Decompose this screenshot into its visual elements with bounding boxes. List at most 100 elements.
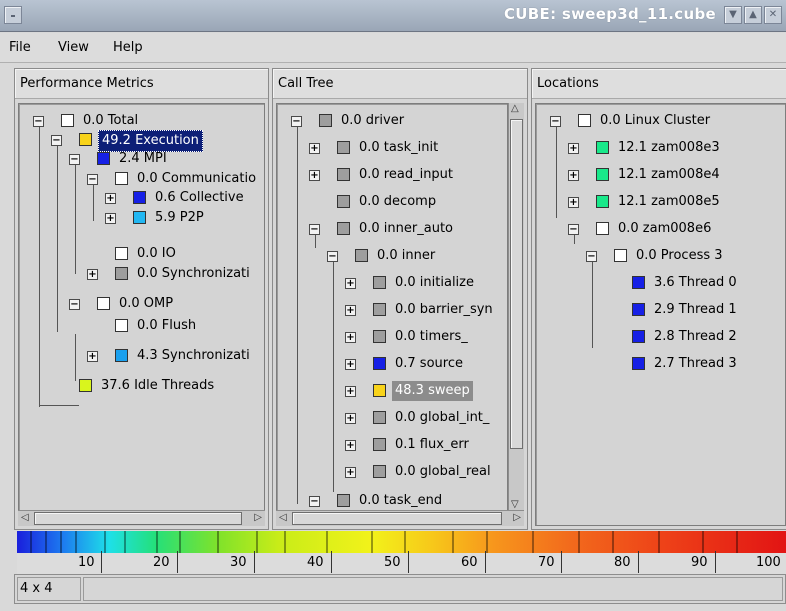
tree-node[interactable]: − 0.0 Linux Cluster [550,111,770,131]
tree-node[interactable]: + 12.1 zam008e5 [568,192,768,212]
tree-node[interactable]: + 48.3 sweep [345,381,507,401]
tree-node[interactable]: − 0.0 OMP [69,294,249,314]
expand-icon[interactable]: + [345,332,356,343]
collapse-icon[interactable]: − [550,116,561,127]
tree-node[interactable]: − 0.0 inner_auto [309,219,507,239]
collapse-icon[interactable]: − [327,251,338,262]
scroll-left-icon[interactable]: ◁ [279,512,287,523]
tree-node[interactable]: + 0.1 flux_err [345,435,507,455]
color-square [355,249,368,262]
window-title: CUBE: sweep3d_11.cube [504,5,716,23]
tree-node[interactable]: − 0.0 Communicatio [87,169,264,189]
color-square [373,357,386,370]
expand-icon[interactable]: + [105,193,116,204]
expand-icon[interactable]: + [309,143,320,154]
tree-node[interactable]: + 0.0 global_int_ [345,408,507,428]
tree-node[interactable]: − 0.0 Process 3 [586,246,766,266]
collapse-icon[interactable]: − [69,299,80,310]
scroll-left-icon[interactable]: ◁ [21,512,29,523]
expand-icon[interactable]: + [87,351,98,362]
collapse-icon[interactable]: − [309,496,320,507]
menu-file[interactable]: File [9,40,31,55]
tree-node[interactable]: 2.9 Thread 1 [604,300,774,320]
menu-view[interactable]: View [58,40,89,55]
tree-node[interactable]: 0.0 decomp [309,192,507,212]
color-square [337,494,350,507]
tree-node[interactable]: 0.0 IO [87,244,264,264]
collapse-icon[interactable]: − [33,116,44,127]
horizontal-scrollbar[interactable]: ◁ ▷ [276,510,524,526]
tree-node[interactable]: 2.8 Thread 2 [604,327,774,347]
tree-node[interactable]: + 0.7 source [345,354,507,374]
scroll-down-icon[interactable]: ▽ [511,499,519,510]
tree-node[interactable]: + 0.0 read_input [309,165,507,185]
tree-node[interactable]: − 0.0 task_end [309,491,507,511]
expand-icon[interactable]: + [568,197,579,208]
color-square [373,411,386,424]
color-square [632,276,645,289]
tree-node[interactable]: 2.7 Thread 3 [604,354,774,374]
tree-node[interactable]: + 0.0 barrier_syn [345,300,507,320]
close-button[interactable]: ✕ [764,6,782,24]
collapse-icon[interactable]: − [87,174,98,185]
scroll-thumb[interactable] [292,512,502,525]
expand-icon[interactable]: + [105,213,116,224]
color-square [97,152,110,165]
scroll-thumb[interactable] [34,512,242,525]
color-square [373,276,386,289]
vertical-scrollbar[interactable]: △ ▽ [508,103,524,510]
tree-node[interactable]: 3.6 Thread 0 [604,273,774,293]
expand-icon[interactable]: + [345,440,356,451]
expand-icon[interactable]: + [345,413,356,424]
tree-node[interactable]: − 49.2 Execution [51,130,251,152]
expand-icon[interactable]: + [345,359,356,370]
collapse-icon[interactable]: − [586,251,597,262]
expand-icon[interactable]: + [345,467,356,478]
tree-node[interactable]: − 2.4 MPI [69,149,249,169]
tree-node[interactable]: + 0.0 timers_ [345,327,507,347]
tree-node[interactable]: 0.0 Flush [87,316,264,336]
expand-icon[interactable]: + [568,143,579,154]
collapse-icon[interactable]: − [291,116,302,127]
tree-node[interactable]: + 0.0 task_init [309,138,507,158]
tree-node[interactable]: + 0.0 Synchronizati [87,264,264,284]
color-square [97,297,110,310]
scroll-up-icon[interactable]: △ [511,103,519,114]
tree-node[interactable]: 37.6 Idle Threads [51,376,251,396]
collapse-icon[interactable]: − [309,224,320,235]
color-square [632,357,645,370]
expand-icon[interactable]: + [345,305,356,316]
expand-icon[interactable]: + [568,170,579,181]
calltree-header: Call Tree [273,69,527,99]
tree-node[interactable]: + 12.1 zam008e4 [568,165,768,185]
minus-icon [11,15,15,17]
tree-node[interactable]: + 0.0 initialize [345,273,507,293]
scroll-thumb[interactable] [510,119,523,449]
scroll-right-icon[interactable]: ▷ [513,512,521,523]
tree-node[interactable]: − 0.0 Total [33,111,233,131]
color-scale: 10 20 30 40 50 60 70 80 90 100 [17,531,786,574]
tree-node[interactable]: − 0.0 inner [327,246,507,266]
expand-icon[interactable]: + [87,269,98,280]
tree-node[interactable]: + 5.9 P2P [105,208,264,228]
window-menu-button[interactable] [4,6,22,24]
maximize-button[interactable]: ▲ [744,6,762,24]
menu-help[interactable]: Help [113,40,143,55]
tree-node[interactable]: + 4.3 Synchronizati [87,346,264,366]
collapse-icon[interactable]: − [69,154,80,165]
tree-node[interactable]: + 0.0 global_real [345,462,507,482]
expand-icon[interactable]: + [309,170,320,181]
expand-icon[interactable]: + [345,278,356,289]
selected-call: 48.3 sweep [392,381,473,401]
color-square [61,114,74,127]
tree-node[interactable]: + 0.6 Collective [105,188,264,208]
collapse-icon[interactable]: − [568,224,579,235]
minimize-button[interactable]: ▼ [724,6,742,24]
tree-node[interactable]: − 0.0 driver [291,111,507,131]
collapse-icon[interactable]: − [51,135,62,146]
horizontal-scrollbar[interactable]: ◁ ▷ [18,510,265,526]
tree-node[interactable]: − 0.0 zam008e6 [568,219,768,239]
tree-node[interactable]: + 12.1 zam008e3 [568,138,768,158]
scroll-right-icon[interactable]: ▷ [254,512,262,523]
expand-icon[interactable]: + [345,386,356,397]
